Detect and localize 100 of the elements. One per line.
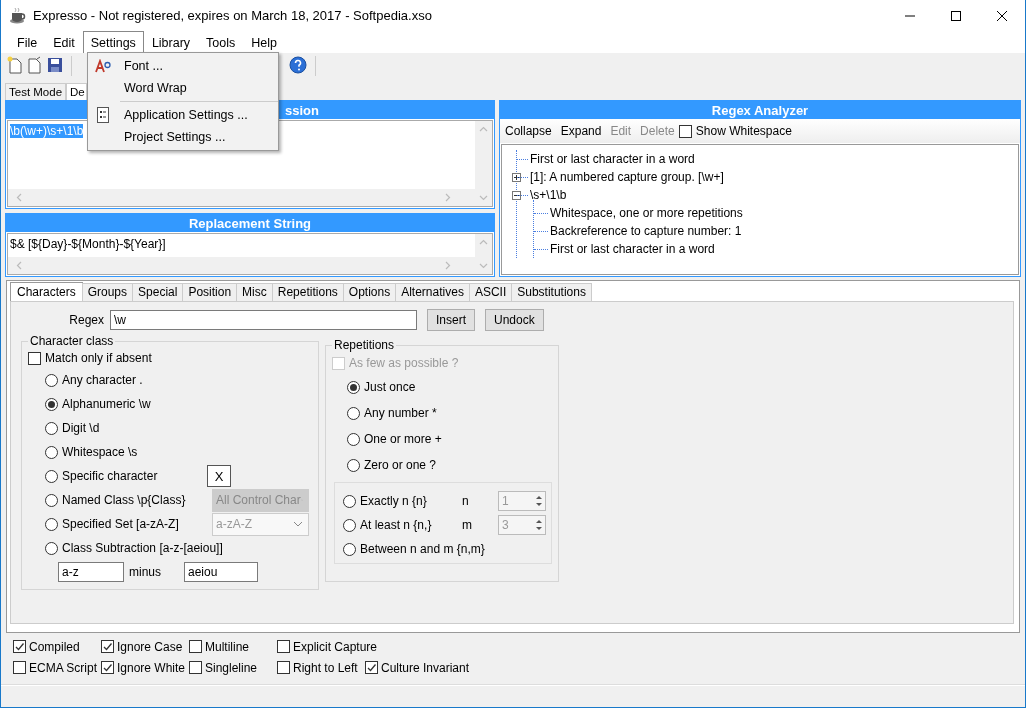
horizontal-scrollbar[interactable] <box>8 189 475 206</box>
help-button[interactable] <box>289 55 307 77</box>
button[interactable]: Insert <box>427 309 475 331</box>
font-icon <box>95 59 111 73</box>
help-icon <box>289 55 307 74</box>
radio-label: Named Class \p{Class} <box>62 493 186 507</box>
radio-button[interactable] <box>347 380 360 394</box>
checkbox-label: Singleline <box>205 660 258 675</box>
tab[interactable]: Options <box>342 283 397 301</box>
menu-item[interactable]: Font ... <box>88 55 278 77</box>
mode-tab[interactable]: Test Mode <box>5 83 67 100</box>
checkbox[interactable] <box>189 661 202 674</box>
radio-label: Just once <box>364 380 416 394</box>
radio-button[interactable] <box>343 518 356 532</box>
radio-button[interactable] <box>45 517 58 531</box>
menu-item[interactable]: Project Settings ... <box>88 126 278 148</box>
menu-item[interactable]: Settings <box>82 31 144 53</box>
collapse-icon[interactable] <box>512 190 521 200</box>
checkbox[interactable] <box>101 640 114 653</box>
checkbox-label: Culture Invariant <box>381 660 470 675</box>
horizontal-scrollbar[interactable] <box>8 257 475 274</box>
regex-field[interactable]: \w <box>110 310 417 330</box>
radio-label: Any character . <box>62 373 143 387</box>
command-label: Edit <box>610 124 632 138</box>
tree-item[interactable]: \s+\1\b <box>530 188 567 202</box>
checkbox[interactable] <box>101 661 114 674</box>
radio-label: Zero or one ? <box>364 458 437 472</box>
coffee-cup-icon <box>9 6 27 25</box>
replacement-text[interactable]: $& [${Day}-${Month}-${Year}] <box>10 237 166 251</box>
tab[interactable]: ASCII <box>468 283 513 301</box>
menu-item[interactable]: Help <box>243 31 285 53</box>
menu-item[interactable]: Application Settings ... <box>88 104 278 126</box>
radio-label: Class Subtraction [a-z-[aeiou]] <box>62 541 223 555</box>
toolbar-button[interactable] <box>27 55 43 77</box>
menu-item[interactable]: Tools <box>198 31 244 53</box>
tab[interactable]: Misc <box>236 283 273 301</box>
radio-button[interactable] <box>343 542 356 556</box>
panel-title: Replacement String <box>188 215 312 231</box>
checkbox[interactable] <box>13 640 26 653</box>
check-icon <box>102 641 113 652</box>
spin-arrows-icon <box>535 518 543 532</box>
checkbox[interactable] <box>277 661 290 674</box>
tab[interactable]: Characters <box>10 282 83 301</box>
radio-label: Specific character <box>62 469 158 483</box>
radio-button[interactable] <box>347 406 360 420</box>
checkbox[interactable] <box>678 124 692 138</box>
radio-label: Whitespace \s <box>62 445 138 459</box>
mode-tab[interactable]: De <box>66 83 87 100</box>
tab[interactable]: Repetitions <box>271 283 344 301</box>
menu-item[interactable]: Library <box>143 31 199 53</box>
vertical-scrollbar[interactable] <box>475 121 492 206</box>
text-field[interactable]: aeiou <box>184 562 258 582</box>
checkbox-label: ECMA Script <box>29 660 97 675</box>
checkbox[interactable] <box>365 661 378 674</box>
radio-label: Specified Set [a-zA-Z] <box>62 517 179 531</box>
dropdown: All Control Char <box>212 488 309 512</box>
command-label[interactable]: Expand <box>560 124 602 138</box>
radio-button[interactable] <box>45 373 58 387</box>
expand-icon[interactable] <box>512 172 521 182</box>
radio-button[interactable] <box>45 397 58 411</box>
new-file-icon <box>7 55 23 74</box>
tab[interactable]: Substitutions <box>511 283 592 301</box>
tab[interactable]: Alternatives <box>395 283 470 301</box>
radio-button[interactable] <box>347 458 360 472</box>
tab[interactable]: Groups <box>81 283 134 301</box>
open-file-icon <box>27 55 43 74</box>
checkbox[interactable] <box>28 351 41 365</box>
command-label[interactable]: Collapse <box>505 124 552 138</box>
tree-item[interactable]: First or last character in a word <box>550 242 715 256</box>
radio-button[interactable] <box>45 469 58 483</box>
tab[interactable]: Position <box>182 283 238 301</box>
radio-button[interactable] <box>45 421 58 435</box>
menu-item[interactable]: Word Wrap <box>88 77 278 99</box>
checkbox-label: Explicit Capture <box>293 639 378 654</box>
vertical-scrollbar[interactable] <box>475 234 492 274</box>
checkbox[interactable] <box>277 640 290 653</box>
check-icon <box>366 662 377 673</box>
button[interactable]: Undock <box>485 309 544 331</box>
tree-item[interactable]: Backreference to capture number: 1 <box>550 224 742 238</box>
checkbox-label: Match only if absent <box>45 351 152 365</box>
text-field[interactable]: a-z <box>58 562 124 582</box>
maximize-icon <box>951 10 961 21</box>
window-title: Expresso - Not registered, expires on March 18, 2017 - Softpedia.xso <box>33 8 432 23</box>
checkbox[interactable] <box>189 640 202 653</box>
radio-button[interactable] <box>343 494 356 508</box>
radio-button[interactable] <box>45 541 58 555</box>
tree-item[interactable]: Whitespace, one or more repetitions <box>550 206 743 220</box>
tree-item[interactable]: [1]: A numbered capture group. [\w+] <box>530 170 724 184</box>
group-title: Character class <box>30 334 114 348</box>
radio-label: Exactly n {n} <box>360 494 427 508</box>
radio-label: Between n and m {n,m} <box>360 542 485 556</box>
radio-button[interactable] <box>45 445 58 459</box>
checkbox[interactable] <box>13 661 26 674</box>
checkbox-label: As few as possible ? <box>349 356 459 370</box>
menu-item[interactable]: Edit <box>45 31 83 53</box>
tree-item[interactable]: First or last character in a word <box>530 152 695 166</box>
tab[interactable]: Special <box>132 283 184 301</box>
menu-item[interactable]: File <box>9 31 46 53</box>
character-field[interactable]: X <box>207 465 231 487</box>
radio-button[interactable] <box>347 432 360 446</box>
